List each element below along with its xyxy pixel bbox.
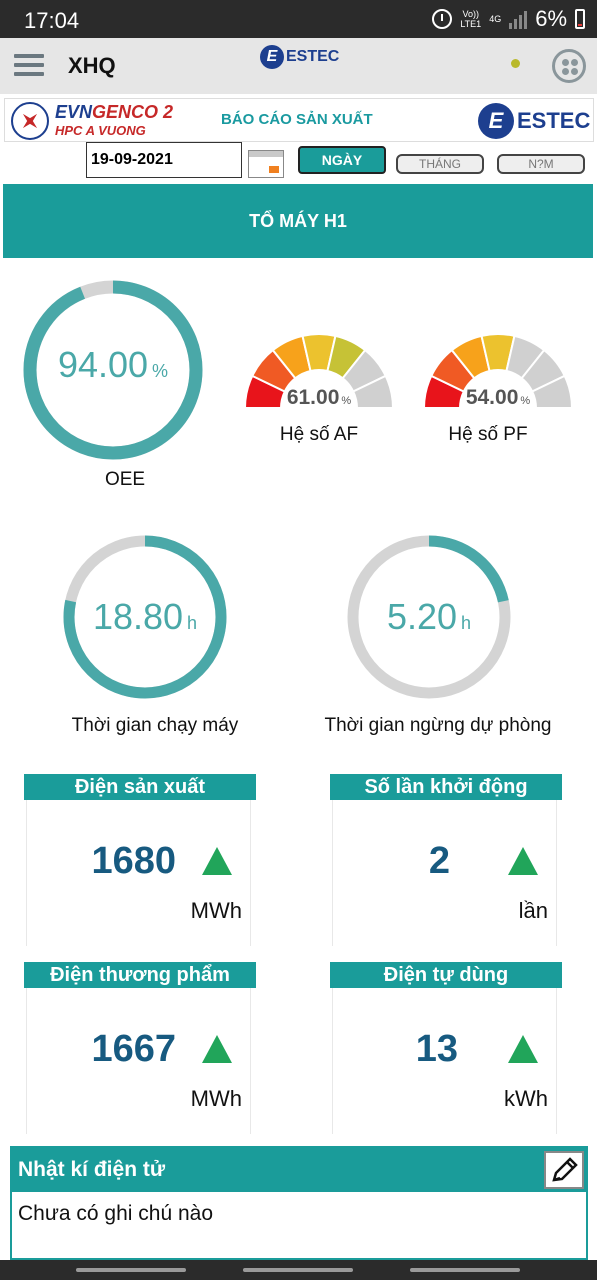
estec-logo-small: E ESTEC bbox=[260, 44, 339, 70]
arrow-up-icon bbox=[202, 1035, 232, 1063]
app-bar: XHQ E ESTEC bbox=[0, 38, 597, 94]
report-header: EVNGENCO 2 HPC A VUONG BÁO CÁO SẢN XUẤT … bbox=[4, 98, 594, 142]
status-bar: 17:04 Vo)) LTE1 4G 6% bbox=[0, 0, 597, 38]
network-type: 4G bbox=[489, 14, 502, 24]
card-unit: MWh bbox=[190, 898, 242, 923]
company-subtitle: HPC A VUONG bbox=[55, 123, 146, 138]
card-unit: kWh bbox=[504, 1086, 548, 1111]
run-time-value: 18.80 h bbox=[92, 596, 198, 637]
card-energy-produced: Điện sản xuất 1680 MWh bbox=[24, 774, 256, 946]
card-self-consumption: Điện tự dùng 13 kWh bbox=[330, 962, 562, 1134]
alarm-icon bbox=[432, 9, 453, 29]
card-title: Điện sản xuất bbox=[24, 774, 256, 800]
standby-time-label: Thời gian ngừng dự phòng bbox=[324, 715, 552, 736]
arrow-up-icon bbox=[508, 1035, 538, 1063]
card-start-count: Số lần khởi động 2 lần bbox=[330, 774, 562, 946]
estec-logo-text: ESTEC bbox=[286, 48, 340, 65]
card-title: Điện thương phẩm bbox=[24, 962, 256, 988]
estec-logo: E ESTEC bbox=[478, 103, 590, 139]
status-time: 17:04 bbox=[24, 8, 80, 33]
edit-button[interactable] bbox=[544, 1151, 584, 1189]
signal-icon bbox=[509, 9, 528, 29]
year-button[interactable]: N?M bbox=[497, 154, 585, 174]
standby-time-value: 5.20 h bbox=[386, 596, 472, 637]
card-value: 1680 bbox=[91, 840, 176, 882]
report-title: BÁO CÁO SẢN XUẤT bbox=[221, 111, 373, 128]
journal-note: Chưa có ghi chú nào bbox=[18, 1202, 214, 1225]
battery-level: 6% bbox=[535, 6, 567, 31]
app-title: XHQ bbox=[68, 53, 116, 78]
calendar-icon[interactable] bbox=[248, 150, 284, 178]
journal-title: Nhật kí điện tử bbox=[12, 1148, 586, 1192]
date-field[interactable] bbox=[86, 142, 242, 178]
month-button[interactable]: THÁNG bbox=[396, 154, 484, 174]
battery-icon bbox=[575, 9, 585, 29]
estec-logo-text-large: ESTEC bbox=[517, 108, 591, 133]
system-nav-bar bbox=[0, 1260, 597, 1280]
card-value: 13 bbox=[415, 1028, 458, 1070]
pencil-icon bbox=[552, 1157, 578, 1182]
arrow-up-icon bbox=[508, 847, 538, 875]
pf-label: Hệ số PF bbox=[448, 424, 528, 445]
card-value: 2 bbox=[428, 840, 450, 882]
nav-recent-button[interactable] bbox=[76, 1268, 186, 1272]
status-icons: Vo)) LTE1 4G 6% bbox=[432, 6, 585, 32]
nav-back-button[interactable] bbox=[410, 1268, 520, 1272]
card-energy-sold: Điện thương phẩm 1667 MWh bbox=[24, 962, 256, 1134]
card-unit: lần bbox=[518, 898, 548, 923]
volte-indicator: Vo)) LTE1 bbox=[460, 9, 482, 29]
menu-icon[interactable] bbox=[14, 54, 44, 78]
card-title: Số lần khởi động bbox=[330, 774, 562, 800]
pf-value: 54.00% bbox=[465, 386, 531, 409]
oee-label: OEE bbox=[104, 469, 146, 490]
day-button[interactable]: NGÀY bbox=[298, 146, 386, 174]
af-value: 61.00% bbox=[286, 386, 352, 409]
card-value: 1667 bbox=[91, 1028, 176, 1070]
estec-logo-mark: E bbox=[260, 45, 284, 69]
nav-home-button[interactable] bbox=[243, 1268, 353, 1272]
af-label: Hệ số AF bbox=[279, 424, 359, 445]
card-unit: MWh bbox=[190, 1086, 242, 1111]
journal-panel: Nhật kí điện tử Chưa có ghi chú nào bbox=[10, 1146, 588, 1260]
apps-grid-button[interactable] bbox=[552, 49, 586, 83]
arrow-up-icon bbox=[202, 847, 232, 875]
connection-dot-icon bbox=[511, 59, 520, 68]
oee-value: 94.00% bbox=[57, 344, 169, 385]
unit-title: TỔ MÁY H1 bbox=[3, 184, 593, 258]
run-time-label: Thời gian chạy máy bbox=[71, 715, 239, 736]
company-name: EVNGENCO 2 bbox=[55, 102, 174, 122]
evn-logo-icon bbox=[11, 102, 49, 140]
estec-logo-mark-large: E bbox=[478, 103, 514, 139]
card-title: Điện tự dùng bbox=[330, 962, 562, 988]
